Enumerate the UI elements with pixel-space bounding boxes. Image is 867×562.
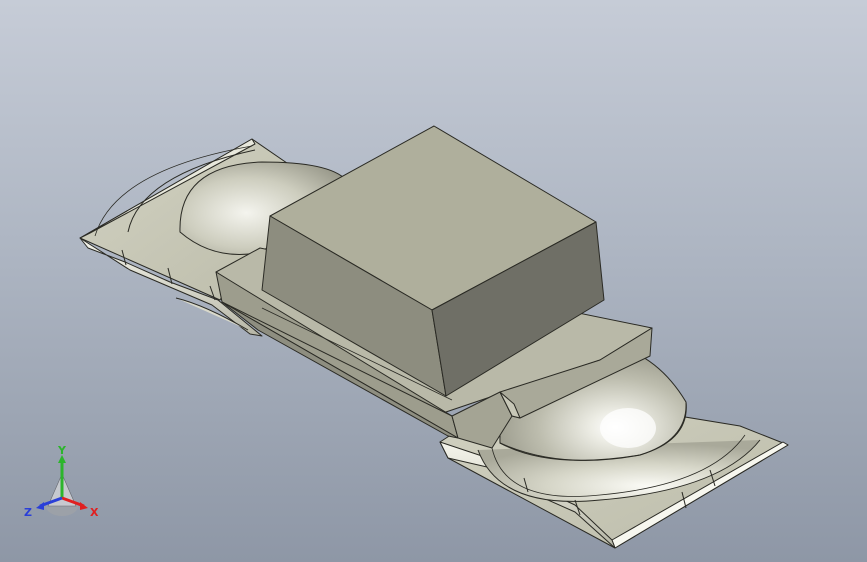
y-axis-label: Y bbox=[57, 446, 67, 457]
z-axis-arrow bbox=[36, 502, 44, 510]
x-axis-arrow bbox=[80, 502, 88, 510]
x-axis-label: X bbox=[90, 506, 99, 519]
z-axis-label: Z bbox=[24, 506, 32, 519]
axis-triad[interactable]: Y X Z bbox=[22, 446, 104, 526]
model-viewport[interactable] bbox=[0, 0, 867, 562]
dome-highlight bbox=[600, 408, 656, 448]
